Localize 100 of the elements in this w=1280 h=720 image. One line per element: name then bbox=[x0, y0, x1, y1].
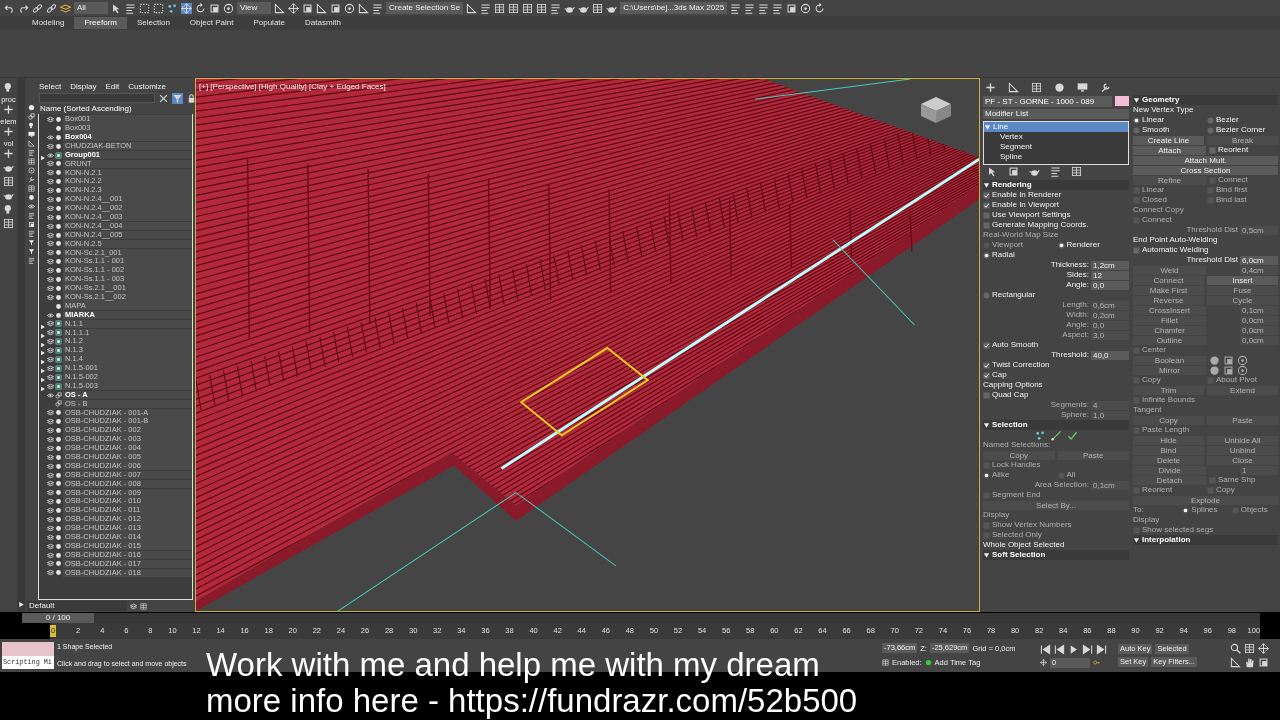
square-icon[interactable] bbox=[1008, 166, 1019, 177]
list-icon[interactable] bbox=[744, 2, 756, 14]
sphere-icon[interactable] bbox=[28, 194, 35, 201]
dots-icon[interactable] bbox=[1034, 429, 1046, 441]
play-icon[interactable] bbox=[1068, 643, 1079, 655]
menu-item[interactable]: Customize bbox=[128, 80, 167, 93]
square-icon[interactable] bbox=[1258, 657, 1269, 668]
list-icon[interactable] bbox=[480, 2, 492, 14]
group-icon[interactable] bbox=[55, 356, 62, 363]
grid-icon[interactable] bbox=[3, 218, 14, 229]
sphere-icon[interactable] bbox=[55, 160, 62, 168]
group-icon[interactable] bbox=[55, 338, 62, 346]
sub-object-item[interactable]: Vertex bbox=[984, 132, 1128, 142]
shape-icon[interactable] bbox=[55, 391, 62, 399]
color-swatch[interactable] bbox=[1115, 96, 1129, 106]
menu-item[interactable]: Display bbox=[70, 80, 97, 93]
wrench-icon[interactable] bbox=[28, 176, 35, 183]
sphere-icon[interactable] bbox=[55, 524, 62, 532]
grid-icon[interactable] bbox=[494, 2, 506, 14]
eye-icon[interactable] bbox=[47, 391, 54, 399]
list-icon[interactable] bbox=[28, 149, 35, 156]
radio-button[interactable] bbox=[1057, 241, 1065, 249]
stacked-layers-icon[interactable] bbox=[47, 142, 54, 150]
sphere-icon[interactable] bbox=[55, 284, 62, 292]
sphere-icon[interactable] bbox=[55, 267, 62, 275]
group-icon[interactable] bbox=[55, 364, 62, 372]
sphere-icon[interactable] bbox=[55, 222, 62, 230]
circle-icon[interactable] bbox=[1237, 364, 1248, 376]
group-icon[interactable] bbox=[55, 329, 62, 337]
radio-button[interactable] bbox=[1207, 126, 1214, 134]
key-icon[interactable] bbox=[1093, 659, 1100, 666]
list-icon[interactable] bbox=[28, 230, 35, 237]
stacked-layers-icon[interactable] bbox=[47, 115, 54, 123]
sphere-icon[interactable] bbox=[55, 142, 62, 150]
viewport-label[interactable]: [+] [Perspective] [High Quality] [Clay + Edged Faces] bbox=[199, 81, 386, 93]
ribbon-tab[interactable]: Datasmith bbox=[295, 17, 352, 29]
stacked-layers-icon[interactable] bbox=[47, 542, 54, 550]
group-icon[interactable] bbox=[55, 373, 62, 381]
sphere-icon[interactable] bbox=[55, 427, 62, 435]
layer-dropdown[interactable]: Default bbox=[27, 601, 127, 611]
segment-icon[interactable] bbox=[1050, 429, 1062, 441]
checkbox[interactable] bbox=[983, 221, 990, 229]
shape-icon[interactable] bbox=[28, 113, 35, 120]
column-header[interactable]: Name (Sorted Ascending) bbox=[38, 104, 193, 114]
radio-button[interactable] bbox=[983, 291, 990, 299]
collapse-arrow-icon[interactable] bbox=[1133, 96, 1140, 104]
close-icon[interactable] bbox=[158, 92, 169, 104]
sphere-icon[interactable] bbox=[55, 409, 62, 417]
checkbox[interactable] bbox=[983, 201, 990, 209]
sphere-icon[interactable] bbox=[55, 213, 62, 221]
grid-icon[interactable] bbox=[140, 602, 147, 610]
sphere-icon[interactable] bbox=[55, 569, 62, 577]
stacked-layers-icon[interactable] bbox=[47, 364, 54, 372]
sphere-icon[interactable] bbox=[55, 124, 62, 132]
search-field[interactable] bbox=[39, 93, 155, 103]
stacked-layers-icon[interactable] bbox=[47, 436, 54, 443]
sphere-icon[interactable] bbox=[55, 436, 62, 443]
list-icon[interactable] bbox=[28, 212, 35, 219]
circle-icon[interactable] bbox=[1237, 354, 1248, 366]
sphere-icon[interactable] bbox=[55, 453, 62, 461]
sphere-icon[interactable] bbox=[55, 249, 62, 257]
wrench-icon[interactable] bbox=[1100, 81, 1111, 93]
sphere-icon[interactable] bbox=[55, 480, 62, 488]
checkbox[interactable] bbox=[983, 191, 990, 199]
stacked-layers-icon[interactable] bbox=[47, 453, 54, 461]
grid-icon[interactable] bbox=[1244, 643, 1255, 654]
sphere-icon[interactable] bbox=[55, 489, 62, 497]
circle-icon[interactable] bbox=[223, 2, 234, 14]
grid-icon[interactable] bbox=[3, 176, 14, 187]
spinner-field[interactable]: 6,0cm bbox=[1240, 255, 1278, 265]
stacked-layers-icon[interactable] bbox=[47, 231, 54, 239]
chain-link-icon[interactable] bbox=[46, 2, 57, 14]
stacked-layers-icon[interactable] bbox=[47, 471, 54, 479]
light-bulb-icon[interactable] bbox=[28, 122, 35, 129]
spinner-field[interactable]: 1,2cm bbox=[1091, 260, 1129, 270]
triangle-icon[interactable] bbox=[1008, 81, 1019, 93]
plus-icon[interactable] bbox=[3, 148, 14, 159]
ribbon-tab[interactable]: Freeform bbox=[74, 17, 127, 29]
group-icon[interactable] bbox=[55, 347, 62, 355]
rollout-header[interactable]: Interpolation bbox=[1133, 535, 1278, 545]
move-arrows-icon[interactable] bbox=[181, 2, 192, 14]
light-bulb-icon[interactable] bbox=[3, 204, 14, 215]
sphere-icon[interactable] bbox=[55, 498, 62, 506]
sphere-icon[interactable] bbox=[55, 533, 62, 541]
sphere-icon[interactable] bbox=[55, 507, 62, 515]
circle-icon[interactable] bbox=[800, 2, 812, 14]
stacked-layers-icon[interactable] bbox=[47, 338, 54, 346]
modifier-stack-item[interactable]: Line bbox=[984, 122, 1128, 132]
triangle-icon[interactable] bbox=[466, 2, 478, 14]
square-icon[interactable] bbox=[302, 2, 313, 14]
eye-icon[interactable] bbox=[47, 151, 54, 159]
monitor-icon[interactable] bbox=[1077, 81, 1088, 93]
shape-icon[interactable] bbox=[55, 400, 62, 408]
stacked-layers-icon[interactable] bbox=[47, 444, 54, 452]
stacked-layers-icon[interactable] bbox=[47, 569, 54, 577]
stacked-layers-icon[interactable] bbox=[47, 187, 54, 195]
search-icon[interactable] bbox=[1230, 643, 1241, 654]
triangle-icon[interactable] bbox=[316, 2, 327, 14]
square-icon[interactable] bbox=[209, 2, 220, 14]
sphere-icon[interactable] bbox=[55, 275, 62, 283]
